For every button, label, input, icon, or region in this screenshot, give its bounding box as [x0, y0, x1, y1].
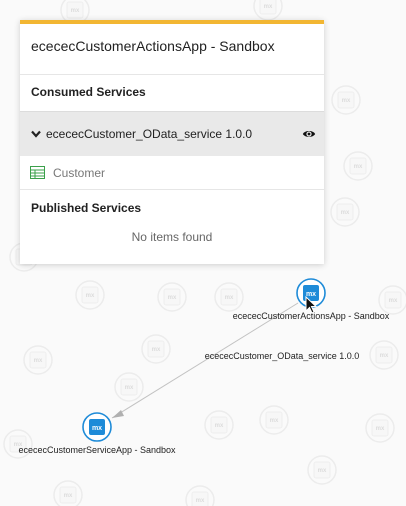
edge-label: ecececCustomer_OData_service 1.0.0	[205, 351, 360, 361]
panel-title: ececec​CustomerActionsApp - Sandbox	[31, 38, 275, 54]
background-node: mx	[157, 282, 187, 312]
background-node: mx	[331, 85, 361, 115]
node-target-label: ecececCustomerServiceApp - Sandbox	[18, 445, 176, 455]
svg-text:mx: mx	[389, 298, 398, 304]
eye-icon[interactable]	[302, 127, 316, 141]
published-services-header: Published Services	[20, 189, 324, 226]
background-node: mx	[53, 480, 83, 506]
svg-text:mx: mx	[380, 353, 389, 359]
chevron-down-icon[interactable]	[30, 128, 42, 140]
background-node: mx	[343, 151, 373, 181]
background-node: mx	[214, 282, 244, 312]
svg-text:mx: mx	[342, 98, 351, 104]
app-detail-panel: ececec​CustomerActionsApp - Sandbox Cons…	[20, 20, 324, 264]
consumed-service-name: ececec​Customer_OData_service 1.0.0	[46, 127, 253, 141]
background-node: mx	[141, 334, 171, 364]
background-node: mx	[365, 413, 395, 443]
svg-text:mx: mx	[92, 425, 102, 432]
background-node: mx	[253, 0, 283, 21]
svg-text:mx: mx	[168, 295, 177, 301]
background-node: mx	[185, 485, 215, 506]
background-node: mx	[204, 410, 234, 440]
background-node: mx	[378, 285, 406, 315]
svg-text:mx: mx	[196, 498, 205, 504]
background-node: mx	[307, 455, 337, 485]
consumed-service-row[interactable]: ececec​Customer_OData_service 1.0.0	[20, 111, 324, 156]
entity-row[interactable]: Customer	[20, 156, 324, 189]
node-target-app[interactable]: mx	[82, 412, 112, 442]
published-services-empty: No items found	[131, 230, 213, 244]
svg-text:mx: mx	[264, 4, 273, 10]
svg-text:mx: mx	[86, 293, 95, 299]
svg-text:mx: mx	[354, 164, 363, 170]
entity-table-icon	[30, 166, 45, 179]
svg-text:mx: mx	[225, 295, 234, 301]
svg-text:mx: mx	[270, 418, 279, 424]
svg-text:mx: mx	[125, 385, 134, 391]
svg-text:mx: mx	[376, 426, 385, 432]
mouse-cursor-icon	[305, 296, 317, 314]
svg-text:mx: mx	[71, 8, 80, 14]
background-node: mx	[330, 197, 360, 227]
background-node: mx	[23, 345, 53, 375]
svg-text:mx: mx	[34, 358, 43, 364]
svg-text:mx: mx	[152, 347, 161, 353]
svg-text:mx: mx	[215, 423, 224, 429]
background-node: mx	[75, 280, 105, 310]
entity-name: Customer	[53, 165, 106, 180]
svg-text:mx: mx	[318, 468, 327, 474]
background-node: mx	[369, 340, 399, 370]
consumed-services-header: Consumed Services	[20, 74, 324, 111]
svg-text:mx: mx	[341, 210, 350, 216]
background-node: mx	[259, 405, 289, 435]
background-node: mx	[114, 372, 144, 402]
svg-text:mx: mx	[64, 493, 73, 499]
